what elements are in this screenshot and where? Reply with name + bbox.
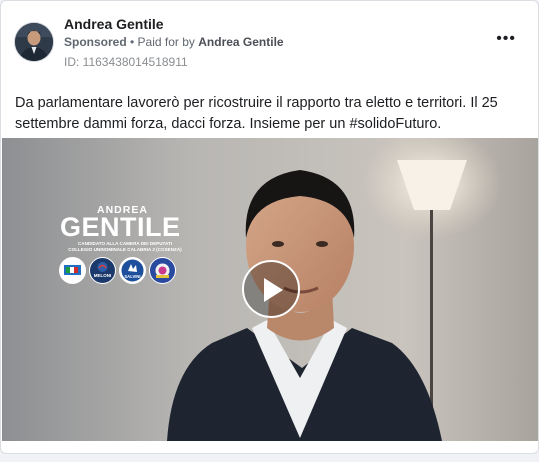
lega-salvini-logo: SALVINI: [119, 257, 146, 284]
candidate-role: CANDIDATO ALLA CAMERA DEI DEPUTATI COLLE…: [60, 241, 190, 252]
ad-card: Andrea Gentile Sponsored • Paid for by A…: [0, 0, 539, 454]
video-thumbnail[interactable]: ANDREA GENTILE CANDIDATO ALLA CAMERA DEI…: [2, 138, 538, 441]
meloni-logo-text: MELONI: [94, 273, 112, 278]
author-avatar[interactable]: [15, 23, 53, 61]
sponsored-label: Sponsored: [64, 35, 127, 49]
author-name[interactable]: Andrea Gentile: [64, 16, 164, 32]
candidate-last-name: GENTILE: [60, 212, 181, 242]
sponsor-info: Sponsored • Paid for by Andrea Gentile: [64, 35, 284, 49]
play-button[interactable]: [242, 260, 300, 318]
play-icon: [264, 278, 283, 302]
candidate-role-line-2: COLLEGIO UNINOMINALE CALABRIA 2 (COSENZA…: [68, 246, 182, 252]
more-options-icon[interactable]: •••: [496, 31, 516, 47]
candidate-role-line-1: CANDIDATO ALLA CAMERA DEI DEPUTATI: [77, 241, 173, 246]
ad-body-text: Da parlamentare lavorerò per ricostruire…: [15, 95, 498, 132]
forza-italia-logo: [59, 257, 86, 284]
paid-for-prefix: • Paid for by: [126, 35, 199, 49]
salvini-logo-text: SALVINI: [124, 274, 140, 279]
paid-for-by-name[interactable]: Andrea Gentile: [198, 35, 283, 49]
noi-moderati-logo: [149, 257, 176, 284]
ad-id: ID: 1163438014518911: [64, 55, 188, 69]
fratelli-d-italia-logo: MELONI: [89, 257, 116, 284]
